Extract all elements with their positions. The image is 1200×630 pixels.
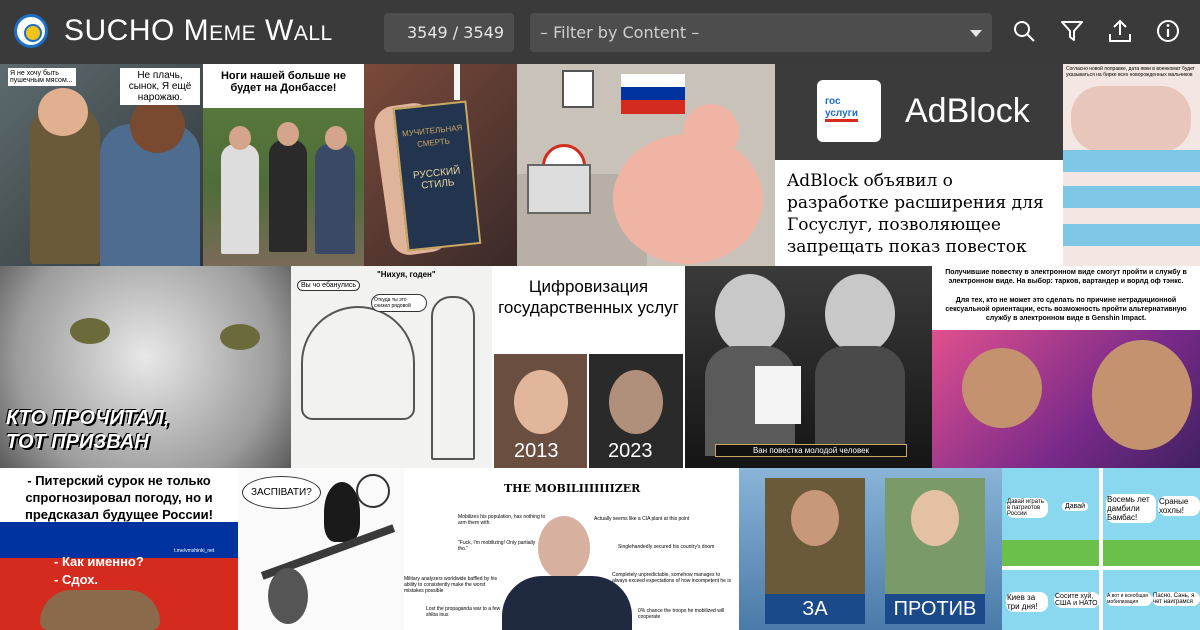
- meme-tile-laughing-man[interactable]: Получившие повестку в электронном виде с…: [932, 266, 1200, 468]
- caption: КТО ПРОЧИТАЛ, ТОТ ПРИЗВАН: [6, 407, 170, 453]
- title: Цифровизация государственных услуг: [498, 277, 679, 317]
- filter-icon[interactable]: [1059, 18, 1085, 44]
- app-title: SUCHO Meme Wall: [64, 14, 333, 47]
- meme-tile-eagle-comic[interactable]: Вы чо ебанулись "Нихуя, годен" Откуда ты…: [291, 266, 492, 468]
- note-5: Military analyzers worldwide baffled by …: [404, 576, 498, 594]
- note-1: Mobilizes his population, has nothing to…: [458, 514, 546, 526]
- adblock-logo-text: AdBlock: [905, 92, 1030, 130]
- gosuslugi-logo-line2: услуги: [825, 108, 858, 122]
- info-icon[interactable]: [1155, 18, 1181, 44]
- note-7: Lost the propaganda war to a few shiba i…: [426, 606, 501, 618]
- bubble-1: Давай играть в патриотов России: [1006, 498, 1048, 518]
- meme-tile-white-cat[interactable]: КТО ПРОЧИТАЛ, ТОТ ПРИЗВАН: [0, 266, 291, 468]
- bubble-2: Давай: [1062, 502, 1089, 511]
- meme-tile-groundhog[interactable]: - Питерский сурок не только спрогнозиров…: [0, 468, 238, 630]
- search-icon[interactable]: [1011, 18, 1037, 44]
- meme-tile-newborn-tag[interactable]: Согласно новой поправке, дата явки в вое…: [1063, 64, 1200, 266]
- meme-tile-adblock-gosuslugi[interactable]: гос услуги AdBlock AdBlock объявил о раз…: [775, 64, 1063, 266]
- caption: Согласно новой поправке, дата явки в вое…: [1066, 66, 1195, 78]
- caption-left: Я не хочу быть пушечным мясом...: [8, 68, 76, 86]
- note-4: Singlehandedly secured his country's doo…: [618, 544, 715, 550]
- meme-counter[interactable]: 3549 / 3549: [384, 13, 514, 52]
- year-right: 2023: [608, 440, 653, 462]
- title: THE MOBILIIIIIIIZER: [504, 482, 641, 495]
- caption: AdBlock объявил о разработке расширения …: [787, 171, 1044, 257]
- caption: Ноги нашей больше не будет на Донбассе!: [220, 70, 347, 94]
- content-filter-select[interactable]: – Filter by Content –: [530, 13, 992, 52]
- meme-tile-for-against[interactable]: ЗА ПРОТИВ: [739, 468, 1002, 630]
- bubble-3: Откуда ты это снизил рядовой: [371, 294, 427, 312]
- text: - Питерский сурок не только спрогнозиров…: [25, 473, 213, 522]
- pack-line-3: РУССКИЙ СТИЛЬ: [412, 165, 461, 192]
- meme-tile-crying-soldier[interactable]: Я не хочу быть пушечным мясом... Не плач…: [0, 64, 203, 266]
- chevron-down-icon: [970, 30, 982, 37]
- meme-grid: Я не хочу быть пушечным мясом... Не плач…: [0, 64, 1200, 630]
- question-2: - Сдох.: [54, 572, 99, 587]
- bubble-4: Сраные хохлы!: [1158, 496, 1200, 516]
- bubble-7: А вот и всеобщая мобилизация: [1106, 592, 1152, 606]
- meme-tile-digitalization[interactable]: Цифровизация государственных услуг 2013 …: [492, 266, 685, 468]
- note-8: 0% chance the troops he mobilized will c…: [638, 608, 725, 620]
- text-2: Для тех, кто не может это сделать по при…: [945, 297, 1187, 322]
- sucho-logo[interactable]: [14, 14, 48, 48]
- speech-bubble: ЗАСПІВАТИ?: [242, 476, 321, 509]
- caption: Ван повестка молодой человек: [715, 444, 907, 457]
- meme-tile-mobilizer[interactable]: THE MOBILIIIIIIIZER Mobilizes his popula…: [404, 468, 739, 630]
- year-left: 2013: [514, 440, 559, 462]
- meme-tile-fat-russian[interactable]: [517, 64, 775, 266]
- label-against: ПРОТИВ: [885, 594, 985, 624]
- bubble-2: "Нихуя, годен": [377, 270, 436, 279]
- filter-placeholder: – Filter by Content –: [540, 23, 700, 42]
- upload-icon[interactable]: [1107, 18, 1133, 44]
- bubble-8: Пасно, Сань, я чет наиграмся: [1152, 592, 1200, 606]
- question-1: - Как именно?: [54, 554, 144, 569]
- meme-tile-robot-notice[interactable]: Ван повестка молодой человек: [685, 266, 932, 468]
- note-2: Actually seems like a CIA plant at this …: [594, 516, 690, 522]
- note-3: "Fuck, I'm mobilizing! Only partially th…: [458, 540, 536, 552]
- bubble-5: Киев за три дня!: [1006, 592, 1048, 612]
- gosuslugi-logo-line1: гос: [825, 96, 841, 107]
- bubble-1: Вы чо ебанулись: [297, 280, 361, 291]
- watermark: t.me/vmshinki_net: [174, 548, 215, 554]
- note-6: Completely unpredictable, somehow manage…: [612, 572, 731, 584]
- meme-tile-crow-singing[interactable]: ЗАСПІВАТИ?: [238, 468, 404, 630]
- bubble-6: Сосите хуй, США и НАТО: [1054, 592, 1100, 608]
- label-for: ЗА: [765, 594, 865, 624]
- text-1: Получившие повестку в электронном виде с…: [945, 269, 1187, 285]
- bubble-3: Восемь лет дамбили Бамбас!: [1106, 494, 1156, 523]
- meme-tile-zebra-comic[interactable]: Давай играть в патриотов России Давай Во…: [1002, 468, 1200, 630]
- meme-tile-cigarette-pack[interactable]: МУЧИТЕЛЬНАЯ СМЕРТЬ РУССКИЙ СТИЛЬ: [364, 64, 517, 266]
- top-bar: SUCHO Meme Wall 3549 / 3549 – Filter by …: [0, 0, 1200, 64]
- caption-right: Не плачь, сынок, Я ещё нарожаю.: [120, 68, 200, 105]
- meme-tile-donbass-men[interactable]: Ноги нашей больше не будет на Донбассе!: [203, 64, 364, 266]
